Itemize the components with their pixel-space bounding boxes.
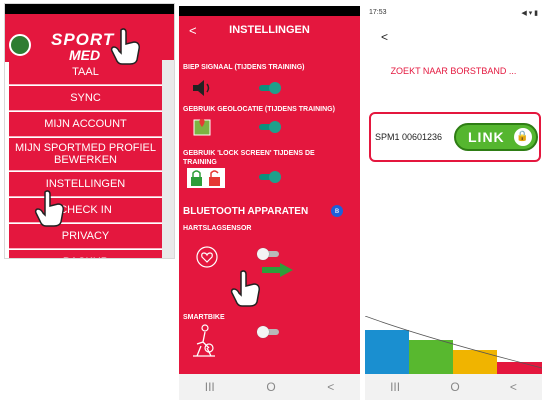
bike-icon <box>193 324 215 357</box>
setting-label-beep: BIEP SIGNAAL (TIJDENS TRAINING) <box>183 64 305 71</box>
band-yellow <box>453 350 497 374</box>
back-button[interactable]: < <box>381 30 388 44</box>
menu-item-account[interactable]: MIJN ACCOUNT <box>9 112 162 137</box>
system-nav-bar: III O < <box>179 374 360 400</box>
home-button[interactable]: O <box>266 380 275 394</box>
device-label-heartrate: HARTSLAGSENSOR <box>183 225 252 232</box>
menu-item-profile[interactable]: MIJN SPORTMED PROFIEL BEWERKEN <box>9 138 162 171</box>
menu-screen: SPORT MED TAAL SYNC MIJN ACCOUNT MIJN SP… <box>4 3 175 259</box>
search-status-text: ZOEKT NAAR BORSTBAND ... <box>390 66 517 76</box>
toggle-heartrate[interactable] <box>257 248 281 260</box>
back-nav-button[interactable]: < <box>327 380 334 394</box>
lock-icon: 🔒 <box>514 128 532 146</box>
background-content <box>162 60 174 258</box>
recent-apps-button[interactable]: III <box>390 380 400 394</box>
pairing-screen: 17:53 ◀ ▾ ▮ < ZOEKT NAAR BORSTBAND ... S… <box>365 6 542 400</box>
page-title: INSTELLINGEN <box>229 24 310 36</box>
device-label-smartbike: SMARTBIKE <box>183 314 225 321</box>
status-bar: 17:53 ◀ ▾ ▮ <box>365 6 542 20</box>
band-red <box>497 362 542 374</box>
toggle-lockscreen[interactable] <box>257 171 281 183</box>
system-nav-bar: III O < <box>365 374 542 400</box>
band-blue <box>365 330 409 374</box>
speaker-icon <box>193 80 210 96</box>
link-button[interactable]: LINK 🔒 <box>454 123 538 151</box>
toggle-beep[interactable] <box>257 82 281 94</box>
setting-label-geolocation: GEBRUIK GEOLOCATIE (TIJDENS TRAINING) <box>183 106 335 113</box>
menu-item-checkin[interactable]: CHECK IN <box>9 198 162 223</box>
status-icons: ◀ ▾ ▮ <box>521 10 538 17</box>
bluetooth-icon: ʙ <box>331 205 343 217</box>
menu-item-instellingen[interactable]: INSTELLINGEN <box>9 172 162 197</box>
map-icon <box>193 119 211 136</box>
menu-item-privacy[interactable]: PRIVACY <box>9 224 162 249</box>
band-green <box>409 340 453 374</box>
toggle-smartbike[interactable] <box>257 326 281 338</box>
device-name: SPM1 00601236 <box>375 132 443 142</box>
hand-pointer-icon <box>34 190 64 227</box>
side-menu: TAAL SYNC MIJN ACCOUNT MIJN SPORTMED PRO… <box>9 60 162 258</box>
app-badge-icon <box>9 34 31 56</box>
heart-icon <box>196 246 218 268</box>
app-header: SPORT MED <box>5 14 174 63</box>
lock-icon <box>187 168 225 188</box>
intensity-bands <box>365 316 542 374</box>
bluetooth-section-title: BLUETOOTH APPARATEN <box>183 206 309 217</box>
recent-apps-button[interactable]: III <box>205 380 215 394</box>
status-bar <box>179 6 360 16</box>
hand-pointer-icon <box>230 270 260 307</box>
menu-item-backup[interactable]: BACKUP <box>9 250 162 258</box>
settings-screen: < INSTELLINGEN BIEP SIGNAAL (TIJDENS TRA… <box>179 6 360 400</box>
link-button-label: LINK <box>468 129 505 145</box>
device-list-item[interactable]: SPM1 00601236 LINK 🔒 <box>369 112 541 162</box>
menu-item-sync[interactable]: SYNC <box>9 86 162 111</box>
toggle-geolocation[interactable] <box>257 121 281 133</box>
arrow-right-icon <box>262 263 293 277</box>
back-nav-button[interactable]: < <box>510 380 517 394</box>
status-time: 17:53 <box>369 9 387 16</box>
setting-label-lockscreen: GEBRUIK 'LOCK SCREEN' TIJDENS DE TRAININ… <box>183 150 315 166</box>
hand-pointer-icon <box>110 28 140 65</box>
home-button[interactable]: O <box>450 380 459 394</box>
status-bar <box>5 4 174 14</box>
